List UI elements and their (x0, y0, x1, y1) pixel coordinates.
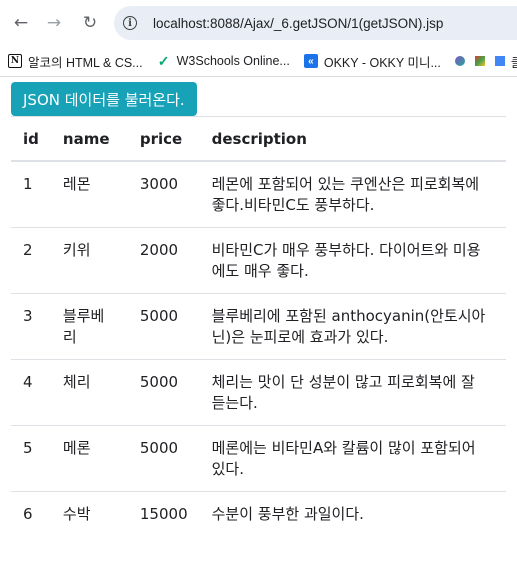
cell-id: 4 (11, 359, 51, 426)
column-header-id: id (11, 116, 51, 162)
cell-description: 메론에는 비타민A와 칼륨이 많이 포함되어 있다. (199, 425, 506, 492)
bookmark-label: W3Schools Online... (176, 54, 290, 68)
browser-toolbar: ← → ↻ i localhost:8088/Ajax/_6.getJSON/1… (0, 0, 517, 46)
cell-id: 1 (11, 160, 51, 228)
table-row: 6 수박 15000 수분이 풍부한 과일이다. (11, 491, 506, 536)
okky-icon: « (303, 54, 318, 68)
address-bar[interactable]: i localhost:8088/Ajax/_6.getJSON/1(getJS… (114, 6, 517, 40)
cell-name: 체리 (50, 359, 128, 426)
cell-name: 블루베리 (50, 293, 128, 360)
bookmark-label: 클 (511, 52, 517, 71)
column-header-description: description (199, 116, 506, 162)
cell-description: 비타민C가 매우 풍부하다. 다이어트와 미용에도 매우 좋다. (199, 227, 506, 294)
extension-icon (474, 56, 485, 66)
extension-icon (454, 56, 465, 66)
bookmark-label: OKKY - OKKY 미니... (323, 55, 441, 70)
cell-id: 6 (11, 491, 51, 536)
cell-price: 3000 (127, 160, 200, 228)
cell-price: 2000 (127, 227, 200, 294)
cell-id: 3 (11, 293, 51, 360)
notion-icon: N (8, 54, 22, 68)
bookmark-item[interactable]: « OKKY - OKKY 미니... (303, 52, 441, 71)
bookmark-item[interactable] (454, 56, 469, 66)
column-header-name: name (50, 116, 128, 162)
cell-price: 15000 (127, 491, 200, 536)
table-row: 2 키위 2000 비타민C가 매우 풍부하다. 다이어트와 미용에도 매우 좋… (11, 227, 506, 294)
fruit-table: id name price description 1 레몬 3000 레몬에 … (11, 116, 506, 536)
cell-price: 5000 (127, 293, 200, 360)
back-arrow-icon[interactable]: ← (10, 12, 32, 34)
w3schools-icon: ✓ (157, 52, 170, 69)
cell-name: 키위 (50, 227, 128, 294)
cell-description: 체리는 맛이 단 성분이 많고 피로회복에 잘 듣는다. (199, 359, 506, 426)
bookmark-item[interactable]: ✓ W3Schools Online... (157, 52, 290, 69)
site-info-icon[interactable]: i (119, 12, 141, 34)
cell-description: 블루베리에 포함된 anthocyanin(안토시아닌)은 눈피로에 효과가 있… (199, 293, 506, 360)
load-json-button[interactable]: JSON 데이터를 불러온다. (11, 82, 197, 116)
cell-id: 5 (11, 425, 51, 492)
bookmark-icon (494, 56, 505, 66)
table-row: 4 체리 5000 체리는 맛이 단 성분이 많고 피로회복에 잘 듣는다. (11, 359, 506, 426)
bookmark-item[interactable]: 클 (494, 52, 517, 71)
column-header-price: price (127, 116, 200, 162)
cell-price: 5000 (127, 359, 200, 426)
cell-price: 5000 (127, 425, 200, 492)
table-row: 5 메론 5000 메론에는 비타민A와 칼륨이 많이 포함되어 있다. (11, 425, 506, 492)
cell-name: 수박 (50, 491, 128, 536)
page-content: JSON 데이터를 불러온다. id name price descriptio… (0, 77, 517, 536)
table-header-row: id name price description (11, 116, 506, 162)
table-row: 3 블루베리 5000 블루베리에 포함된 anthocyanin(안토시아닌)… (11, 293, 506, 360)
cell-description: 수분이 풍부한 과일이다. (199, 491, 506, 536)
reload-icon[interactable]: ↻ (79, 12, 101, 34)
bookmarks-bar: N 알코의 HTML & CS... ✓ W3Schools Online...… (0, 46, 517, 77)
cell-name: 메론 (50, 425, 128, 492)
cell-name: 레몬 (50, 160, 128, 228)
url-text[interactable]: localhost:8088/Ajax/_6.getJSON/1(getJSON… (153, 16, 443, 31)
bookmark-label: 알코의 HTML & CS... (28, 55, 143, 70)
bookmark-item[interactable]: N 알코의 HTML & CS... (8, 52, 143, 71)
bookmark-item[interactable] (474, 56, 489, 66)
cell-id: 2 (11, 227, 51, 294)
forward-arrow-icon[interactable]: → (43, 12, 65, 34)
cell-description: 레몬에 포함되어 있는 쿠엔산은 피로회복에 좋다.비타민C도 풍부하다. (199, 160, 506, 228)
table-row: 1 레몬 3000 레몬에 포함되어 있는 쿠엔산은 피로회복에 좋다.비타민C… (11, 160, 506, 228)
